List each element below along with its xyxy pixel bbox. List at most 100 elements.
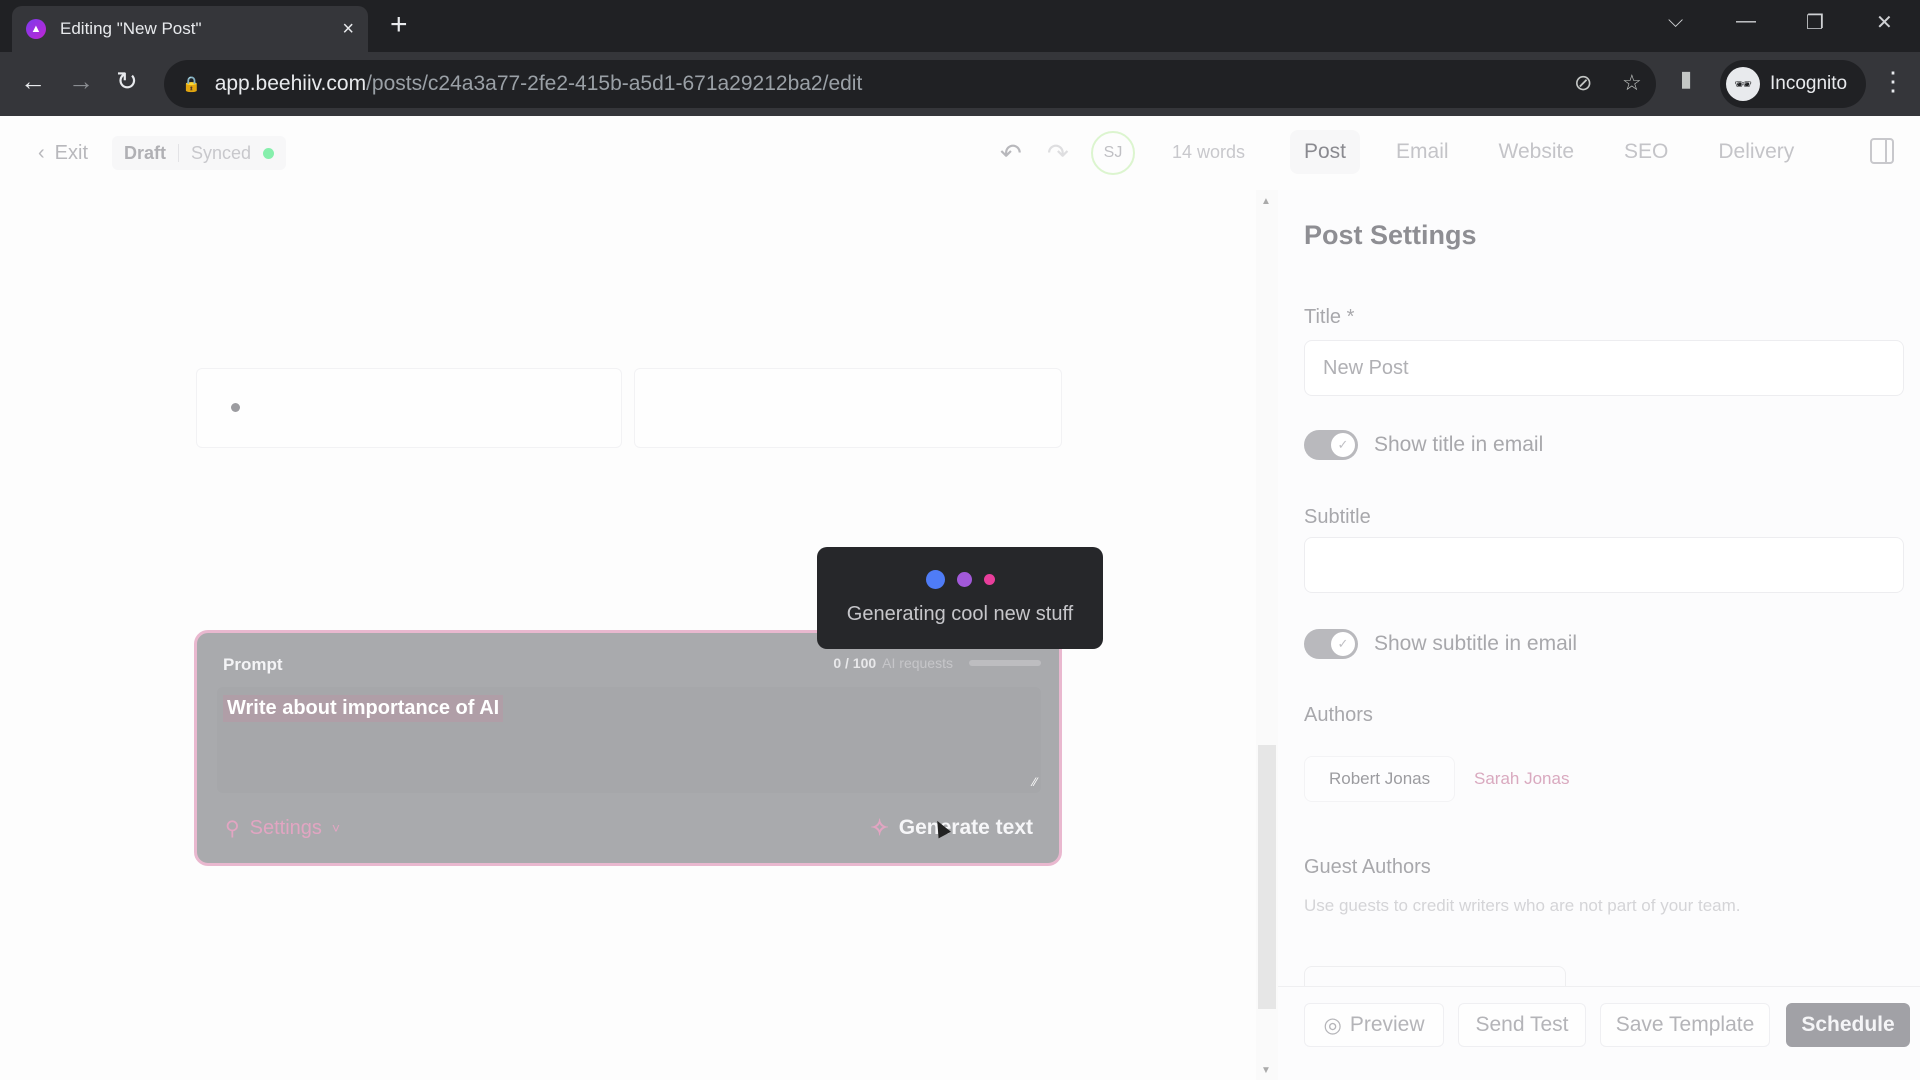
- exit-button[interactable]: ‹ Exit: [38, 142, 88, 165]
- browser-menu-icon[interactable]: ⋮: [1880, 66, 1906, 97]
- subtitle-input[interactable]: [1304, 537, 1904, 593]
- minimize-icon[interactable]: —: [1736, 10, 1756, 33]
- save-template-label: Save Template: [1615, 1013, 1755, 1036]
- scroll-up-icon[interactable]: ▲: [1261, 196, 1271, 207]
- check-icon: ✓: [1331, 433, 1355, 457]
- prompt-label: Prompt: [223, 655, 283, 674]
- sliders-icon: ⚲: [225, 817, 240, 840]
- post-settings-panel: Post Settings Title * New Post ✓ Show ti…: [1278, 190, 1920, 1080]
- prompt-settings-button[interactable]: ⚲ Settings ˅: [217, 807, 348, 849]
- resize-handle-icon[interactable]: ⁄⁄: [1033, 775, 1037, 789]
- tab-website[interactable]: Website: [1485, 130, 1588, 174]
- title-input[interactable]: New Post: [1304, 340, 1904, 396]
- redo-icon[interactable]: ↷: [1047, 138, 1069, 169]
- save-template-button[interactable]: Save Template: [1600, 1003, 1770, 1047]
- forward-icon[interactable]: →: [68, 66, 94, 97]
- preview-label: Preview: [1349, 1013, 1425, 1036]
- status-synced: Synced: [191, 142, 252, 163]
- tab-email[interactable]: Email: [1382, 130, 1463, 174]
- editor-header: ‹ Exit Draft Synced ↶ ↷ SJ 14 words Post…: [0, 116, 1920, 190]
- exit-label: Exit: [54, 142, 89, 164]
- browser-tab[interactable]: ▲ Editing "New Post" ×: [12, 6, 368, 52]
- title-label: Title *: [1304, 306, 1355, 328]
- tab-search-icon[interactable]: ⌵: [1668, 10, 1683, 33]
- post-status: Draft Synced: [112, 136, 287, 170]
- restore-icon[interactable]: ❐: [1806, 10, 1824, 35]
- bullet-point: [231, 403, 240, 412]
- guest-authors-helper: Use guests to credit writers who are not…: [1304, 896, 1741, 915]
- preview-button[interactable]: ◎ Preview: [1304, 1003, 1444, 1047]
- avatar[interactable]: SJ: [1091, 131, 1135, 175]
- show-subtitle-label: Show subtitle in email: [1374, 632, 1578, 655]
- title-value: New Post: [1323, 356, 1409, 379]
- loading-dot-icon: [956, 572, 972, 587]
- ai-usage-bar: [969, 660, 1041, 666]
- author-chip-sarah[interactable]: Sarah Jonas: [1450, 756, 1593, 802]
- show-title-label: Show title in email: [1374, 433, 1544, 456]
- bookmark-star-icon[interactable]: ☆: [1622, 70, 1642, 96]
- eye-icon: ◎: [1323, 1013, 1342, 1037]
- prompt-text: Write about importance of AI: [223, 695, 504, 722]
- send-test-label: Send Test: [1475, 1013, 1569, 1036]
- author-chip-robert[interactable]: Robert Jonas: [1304, 756, 1456, 802]
- browser-toolbar: ← → ↻ 🔒 app.beehiiv.com /posts/c24a3a77-…: [0, 52, 1920, 116]
- address-bar[interactable]: 🔒 app.beehiiv.com /posts/c24a3a77-2fe2-4…: [164, 60, 1656, 108]
- chevron-left-icon: ‹: [38, 142, 45, 164]
- loading-dots: [817, 570, 1103, 589]
- sync-indicator-icon: [263, 147, 275, 159]
- back-icon[interactable]: ←: [20, 66, 46, 97]
- scroll-down-icon[interactable]: ▼: [1261, 1065, 1271, 1076]
- tab-seo[interactable]: SEO: [1610, 130, 1682, 174]
- generating-toast: Generating cool new stuff: [817, 547, 1103, 649]
- ai-request-count: 0 / 100: [833, 655, 877, 671]
- show-title-toggle-row[interactable]: ✓ Show title in email: [1304, 430, 1543, 460]
- undo-icon[interactable]: ↶: [1000, 138, 1022, 169]
- eye-off-icon[interactable]: ⊘: [1574, 70, 1592, 96]
- editor-scrollbar[interactable]: ▲ ▼: [1256, 190, 1278, 1080]
- lock-icon[interactable]: 🔒: [182, 75, 201, 93]
- browser-tab-bar: ▲ Editing "New Post" × + ⌵ — ❐ ✕: [0, 0, 1920, 52]
- schedule-button[interactable]: Schedule: [1786, 1003, 1910, 1047]
- show-subtitle-toggle[interactable]: ✓: [1304, 629, 1358, 659]
- ai-request-label: AI requests: [882, 655, 953, 671]
- incognito-icon: 🕶: [1726, 67, 1760, 101]
- content-block-right[interactable]: [634, 368, 1062, 448]
- author-name: Robert Jonas: [1329, 769, 1431, 788]
- beehiiv-favicon-icon: ▲: [26, 19, 46, 39]
- url-host: app.beehiiv.com: [214, 72, 367, 95]
- tab-post[interactable]: Post: [1290, 130, 1361, 174]
- loading-dot-icon: [983, 574, 995, 585]
- status-draft: Draft: [124, 142, 167, 163]
- word-count: 14 words: [1172, 142, 1246, 162]
- ai-prompt-card: Prompt 0 / 100 AI requests Write about i…: [194, 630, 1062, 866]
- incognito-profile-button[interactable]: 🕶 Incognito: [1720, 60, 1866, 108]
- url-path: /posts/c24a3a77-2fe2-415b-a5d1-671a29212…: [366, 72, 863, 95]
- close-tab-icon[interactable]: ×: [342, 18, 354, 41]
- collapse-panel-icon[interactable]: [1870, 138, 1894, 164]
- generating-text: Generating cool new stuff: [846, 603, 1074, 625]
- new-tab-button[interactable]: +: [390, 8, 408, 42]
- tab-title: Editing "New Post": [60, 19, 202, 38]
- schedule-label: Schedule: [1801, 1013, 1895, 1036]
- author-name: Sarah Jonas: [1474, 769, 1570, 788]
- close-window-icon[interactable]: ✕: [1876, 10, 1893, 35]
- content-block-left[interactable]: [196, 368, 622, 448]
- guest-authors-label: Guest Authors: [1304, 856, 1431, 878]
- loading-dot-icon: [925, 570, 945, 589]
- side-panel-icon[interactable]: ▮: [1680, 66, 1692, 92]
- editor-canvas[interactable]: Prompt 0 / 100 AI requests Write about i…: [0, 190, 1258, 1080]
- show-title-toggle[interactable]: ✓: [1304, 430, 1358, 460]
- generate-label: Generate text: [898, 816, 1033, 839]
- panel-title: Post Settings: [1304, 220, 1477, 250]
- settings-label: Settings: [249, 816, 322, 839]
- send-test-button[interactable]: Send Test: [1458, 1003, 1586, 1047]
- scrollbar-thumb[interactable]: [1258, 745, 1276, 1009]
- reload-icon[interactable]: ↻: [116, 66, 138, 97]
- prompt-textarea[interactable]: Write about importance of AI ⁄⁄: [217, 687, 1041, 793]
- ai-usage: 0 / 100 AI requests: [833, 655, 1041, 671]
- tab-delivery[interactable]: Delivery: [1704, 130, 1808, 174]
- subtitle-label: Subtitle: [1304, 506, 1371, 528]
- show-subtitle-toggle-row[interactable]: ✓ Show subtitle in email: [1304, 629, 1577, 659]
- check-icon: ✓: [1331, 632, 1355, 656]
- generate-text-button[interactable]: ✧ Generate text: [862, 807, 1041, 849]
